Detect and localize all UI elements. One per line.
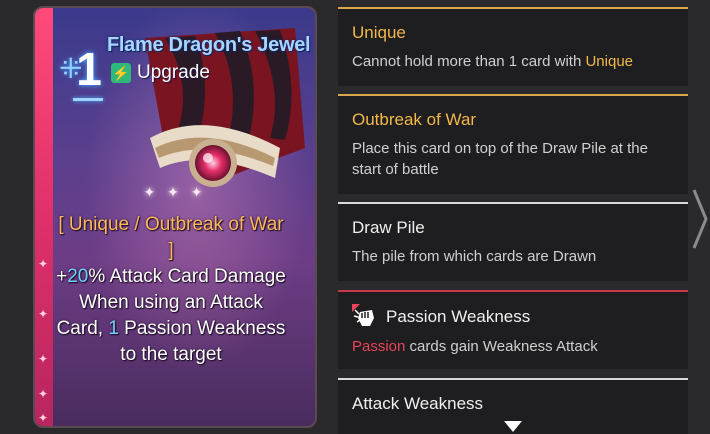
chevron-right-icon[interactable] <box>692 188 708 250</box>
sparkle-divider: ✦ ✦ ✦ <box>143 184 207 200</box>
keyword-description: Cannot hold more than 1 card with Unique <box>352 53 634 70</box>
card[interactable]: ✦ ✦ ✦ ✦ ✦ ⁜ 1 Flame Dragon's Jewel ⚡ Upg… <box>33 6 317 428</box>
card-description: [ Unique / Outbreak of War ] +20% Attack… <box>55 212 287 368</box>
sparkle-icon: ✦ <box>38 411 49 425</box>
chevron-down-icon[interactable] <box>504 421 522 432</box>
card-title: Flame Dragon's Jewel <box>107 34 311 56</box>
sparkle-icon: ✦ <box>38 307 49 321</box>
keyword-title: Attack Weakness <box>352 394 484 413</box>
keyword-title: Unique <box>352 23 406 42</box>
card-cost: 1 <box>76 43 102 95</box>
keyword-description: Passion cards gain Weakness Attack <box>352 338 598 355</box>
keyword-panel-unique[interactable]: Unique Cannot hold more than 1 card with… <box>338 7 688 86</box>
sparkle-icon: ✦ <box>38 257 49 271</box>
keyword-description: Place this card on top of the Draw Pile … <box>352 140 648 178</box>
card-tags: [ Unique / Outbreak of War ] <box>58 214 284 261</box>
keyword-panel-draw-pile[interactable]: Draw Pile The pile from which cards are … <box>338 202 688 281</box>
keyword-description: The pile from which cards are Drawn <box>352 248 597 265</box>
keyword-panel-outbreak-of-war[interactable]: Outbreak of War Place this card on top o… <box>338 94 688 194</box>
card-effect-damage: +20% Attack Card Damage <box>56 266 286 287</box>
keyword-title: Draw Pile <box>352 218 425 237</box>
cost-underline <box>73 98 103 101</box>
card-effect-weakness: When using an Attack Card, 1 Passion Wea… <box>56 292 286 365</box>
card-type-label: Upgrade <box>137 62 210 83</box>
lightning-bolt-icon: ⚡ <box>111 63 131 83</box>
fist-icon <box>352 304 374 326</box>
cost-badge: ⁜ 1 <box>39 28 107 101</box>
sparkle-icon: ✦ <box>38 387 49 401</box>
keyword-panel-passion-weakness[interactable]: Passion Weakness Passion cards gain Weak… <box>338 290 688 369</box>
card-type: ⚡ Upgrade <box>111 62 210 84</box>
keyword-title: Passion Weakness <box>386 307 531 326</box>
keyword-header: Passion Weakness <box>352 304 674 330</box>
keyword-title: Outbreak of War <box>352 110 477 129</box>
sparkle-icon: ✦ <box>38 352 49 366</box>
